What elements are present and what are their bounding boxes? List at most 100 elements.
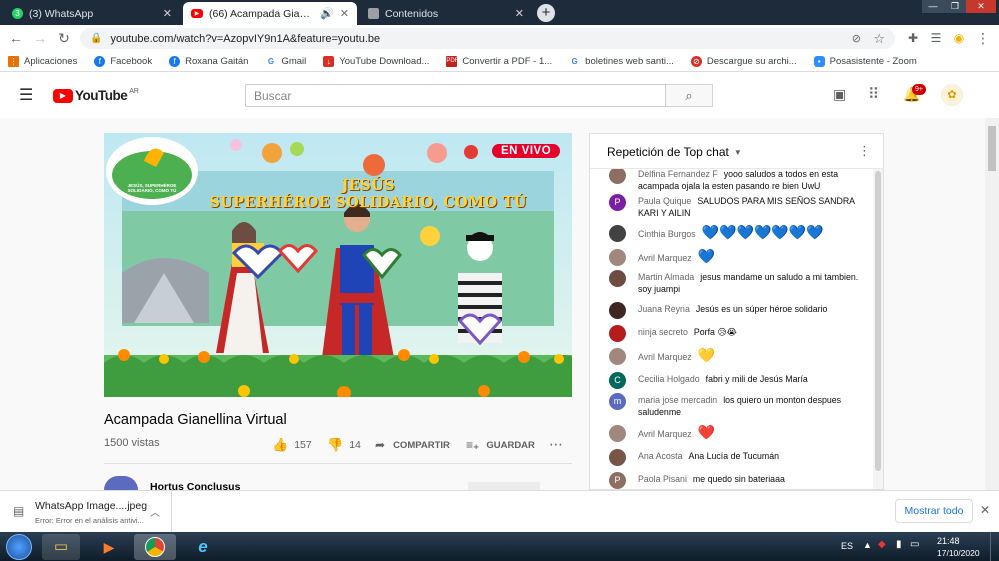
- chat-author[interactable]: Martin Almada: [638, 272, 694, 282]
- chat-author[interactable]: maria jose mercadin: [638, 395, 717, 405]
- chat-author[interactable]: Paola Pisani: [638, 474, 687, 484]
- media-icon[interactable]: ☰: [928, 30, 944, 46]
- chat-author[interactable]: ninja secreto: [638, 327, 688, 337]
- video-frame: [104, 133, 572, 397]
- chat-scrollbar[interactable]: [873, 169, 883, 489]
- live-badge: EN VIVO: [492, 144, 561, 158]
- bookmark-item[interactable]: ↓ YouTube Download...: [323, 55, 429, 67]
- bookmark-item[interactable]: G Gmail: [265, 55, 306, 67]
- bookmark-item[interactable]: f Roxana Gaitán: [169, 55, 248, 67]
- chat-text: Jesús es un súper héroe solidario: [695, 304, 828, 314]
- avatar[interactable]: [609, 225, 626, 242]
- close-icon[interactable]: ✕: [515, 7, 524, 20]
- restore-button[interactable]: ❐: [944, 0, 966, 13]
- channel-name[interactable]: Hortus Conclusus: [150, 481, 240, 490]
- file-explorer-icon[interactable]: ▭: [42, 534, 80, 560]
- download-item[interactable]: ▤ WhatsApp Image....jpeg Error: Error en…: [0, 491, 172, 532]
- download-bar: ▤ WhatsApp Image....jpeg Error: Error en…: [0, 490, 999, 532]
- like-button[interactable]: 👍 157: [272, 437, 312, 453]
- bookmark-item[interactable]: f Facebook: [94, 55, 152, 67]
- page-scrollbar-thumb[interactable]: [988, 126, 996, 171]
- account-avatar[interactable]: ✿: [941, 84, 963, 106]
- chat-author[interactable]: Cinthia Burgos: [638, 229, 696, 239]
- extensions-icon[interactable]: ✚: [905, 30, 921, 46]
- bookmark-item[interactable]: PDF Convertir a PDF - 1...: [446, 55, 552, 67]
- chevron-up-icon[interactable]: ︿: [150, 504, 160, 519]
- minimize-button[interactable]: —: [922, 0, 944, 13]
- eye-off-icon[interactable]: ⊘: [852, 32, 861, 45]
- dislike-button[interactable]: 👎 14: [327, 437, 361, 453]
- share-button[interactable]: ➦ COMPARTIR: [375, 438, 450, 452]
- internet-explorer-icon[interactable]: e: [188, 534, 218, 560]
- tab-whatsapp[interactable]: 3 (3) WhatsApp ✕: [4, 2, 180, 25]
- chat-author[interactable]: Avril Marquez: [638, 352, 692, 362]
- chat-author[interactable]: Ana Acosta: [638, 451, 683, 461]
- close-icon[interactable]: ✕: [340, 7, 349, 20]
- show-desktop-button[interactable]: [990, 532, 999, 561]
- show-all-button[interactable]: Mostrar todo: [895, 499, 973, 523]
- chat-scrollbar-thumb[interactable]: [875, 171, 881, 471]
- bookmark-item[interactable]: Gboletines web santi...: [569, 55, 674, 67]
- bookmark-item[interactable]: ▪ Posasistente - Zoom: [813, 55, 917, 67]
- chat-menu-icon[interactable]: ⋮: [858, 143, 871, 159]
- chat-author[interactable]: Delfina Fernandez F: [638, 169, 718, 179]
- close-download-bar-icon[interactable]: ✕: [980, 503, 990, 517]
- apps-grid-icon[interactable]: ⠿: [868, 85, 879, 103]
- clock-date[interactable]: 17/10/2020: [937, 548, 980, 558]
- avatar[interactable]: C: [609, 372, 626, 389]
- chat-mode-dropdown[interactable]: Repetición de Top chat ▼: [607, 145, 742, 159]
- hamburger-menu-icon[interactable]: ☰: [19, 85, 33, 105]
- search-input[interactable]: Buscar: [245, 84, 666, 107]
- language-indicator[interactable]: ES: [841, 541, 853, 551]
- menu-dots-icon[interactable]: ⋮: [975, 30, 991, 46]
- tray-arrow-icon[interactable]: ▲: [863, 540, 872, 550]
- network-signal-icon[interactable]: ▮: [896, 539, 902, 550]
- start-button[interactable]: [6, 534, 32, 560]
- avatar[interactable]: [609, 425, 626, 442]
- avatar[interactable]: [609, 270, 626, 287]
- chat-author[interactable]: Avril Marquez: [638, 253, 692, 263]
- chat-author[interactable]: Avril Marquez: [638, 429, 692, 439]
- save-button[interactable]: ≡₊ GUARDAR: [466, 438, 535, 452]
- avatar[interactable]: [609, 325, 626, 342]
- reload-icon[interactable]: ↻: [56, 30, 72, 46]
- star-icon[interactable]: ☆: [873, 31, 885, 47]
- avatar[interactable]: m: [609, 393, 626, 410]
- back-icon[interactable]: ←: [8, 30, 24, 46]
- avatar[interactable]: [609, 449, 626, 466]
- chrome-taskbar-icon[interactable]: [134, 534, 176, 560]
- tab-youtube[interactable]: ▶ (66) Acampada Gianellina Vir 🔊 ✕: [183, 2, 357, 25]
- tray-app-icon[interactable]: ◆: [878, 539, 886, 550]
- avatar[interactable]: [609, 348, 626, 365]
- media-player-icon[interactable]: ▶: [90, 534, 128, 560]
- create-video-icon[interactable]: ▣: [833, 86, 846, 103]
- search-button[interactable]: ⌕: [666, 84, 713, 107]
- tab-contenidos[interactable]: Contenidos ✕: [360, 2, 532, 25]
- chat-author[interactable]: Cecilia Holgado: [638, 374, 700, 384]
- avatar[interactable]: [609, 249, 626, 266]
- avatar[interactable]: [609, 302, 626, 319]
- close-window-button[interactable]: ✕: [966, 0, 996, 13]
- page-scrollbar[interactable]: [985, 118, 999, 490]
- avatar[interactable]: P: [609, 472, 626, 489]
- video-player[interactable]: JESÚS SUPERHÉROE SOLIDARIO, COMO TÚ JESÚ…: [104, 133, 572, 397]
- bookmark-item[interactable]: ⊘ Descargue su archi...: [690, 55, 797, 67]
- more-actions-icon[interactable]: ⋯: [549, 436, 563, 453]
- avatar[interactable]: [609, 169, 626, 184]
- forward-icon[interactable]: →: [32, 30, 48, 46]
- address-bar[interactable]: 🔒 youtube.com/watch?v=AzopvIY9n1A&featur…: [80, 28, 895, 49]
- chat-author[interactable]: Paula Quique: [638, 196, 691, 206]
- clock-time[interactable]: 21:48: [937, 536, 960, 546]
- bookmark-item[interactable]: ⋮ Aplicaciones: [8, 55, 77, 67]
- profile-avatar[interactable]: ◉: [951, 30, 967, 46]
- new-tab-button[interactable]: +: [537, 4, 555, 22]
- google-icon: G: [569, 55, 581, 67]
- subscribe-button[interactable]: [468, 482, 540, 490]
- battery-icon[interactable]: ▭: [910, 539, 919, 550]
- speaker-icon[interactable]: 🔊: [320, 7, 334, 20]
- close-icon[interactable]: ✕: [163, 7, 172, 20]
- share-label: COMPARTIR: [393, 439, 450, 451]
- chat-author[interactable]: Juana Reyna: [638, 304, 690, 314]
- avatar[interactable]: P: [609, 194, 626, 211]
- youtube-logo[interactable]: ▶ YouTube AR: [53, 88, 139, 103]
